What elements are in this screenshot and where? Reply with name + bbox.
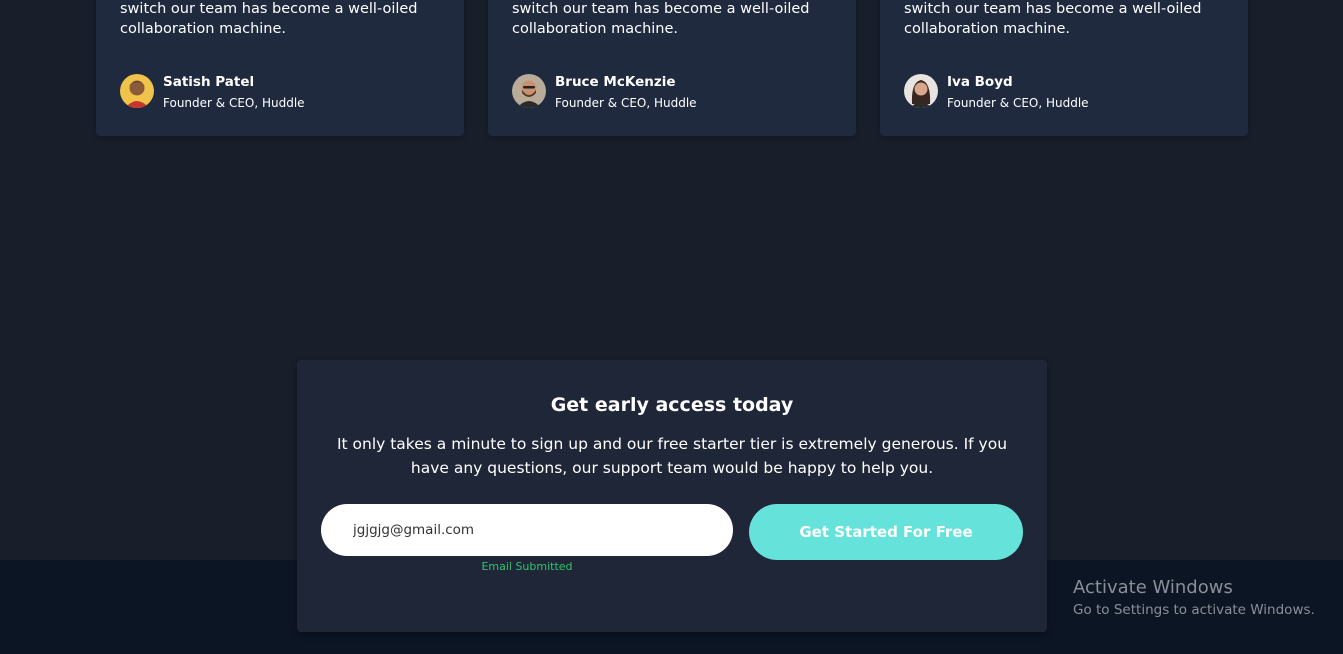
email-status-message: Email Submitted <box>481 560 573 573</box>
avatar <box>904 74 938 108</box>
testimonial-author-role: Founder & CEO, Huddle <box>163 96 305 110</box>
watermark-subtitle: Go to Settings to activate Windows. <box>1073 602 1315 618</box>
testimonial-card: order of magnitude. Since making the swi… <box>880 0 1248 136</box>
email-input[interactable] <box>321 504 733 556</box>
early-access-panel: Get early access today It only takes a m… <box>297 360 1047 632</box>
testimonial-quote: order of magnitude. Since making the swi… <box>512 1 810 37</box>
testimonial-author-name: Satish Patel <box>163 74 255 90</box>
cta-title: Get early access today <box>550 394 794 416</box>
windows-activation-watermark: Activate Windows Go to Settings to activ… <box>1073 577 1315 620</box>
testimonial-quote: order of magnitude. Since making the swi… <box>120 1 418 37</box>
testimonial-quote: order of magnitude. Since making the swi… <box>904 1 1202 37</box>
testimonial-card: order of magnitude. Since making the swi… <box>96 0 464 136</box>
watermark-title: Activate Windows <box>1073 577 1233 598</box>
avatar <box>512 74 546 108</box>
avatar <box>120 74 154 108</box>
testimonial-card: order of magnitude. Since making the swi… <box>488 0 856 136</box>
testimonial-author-role: Founder & CEO, Huddle <box>947 96 1089 110</box>
get-started-button[interactable]: Get Started For Free <box>749 504 1023 560</box>
testimonial-author-name: Bruce McKenzie <box>555 74 676 90</box>
cta-description: It only takes a minute to sign up and ou… <box>336 435 1008 477</box>
testimonial-author-name: Iva Boyd <box>947 74 1013 90</box>
testimonial-author-role: Founder & CEO, Huddle <box>555 96 697 110</box>
